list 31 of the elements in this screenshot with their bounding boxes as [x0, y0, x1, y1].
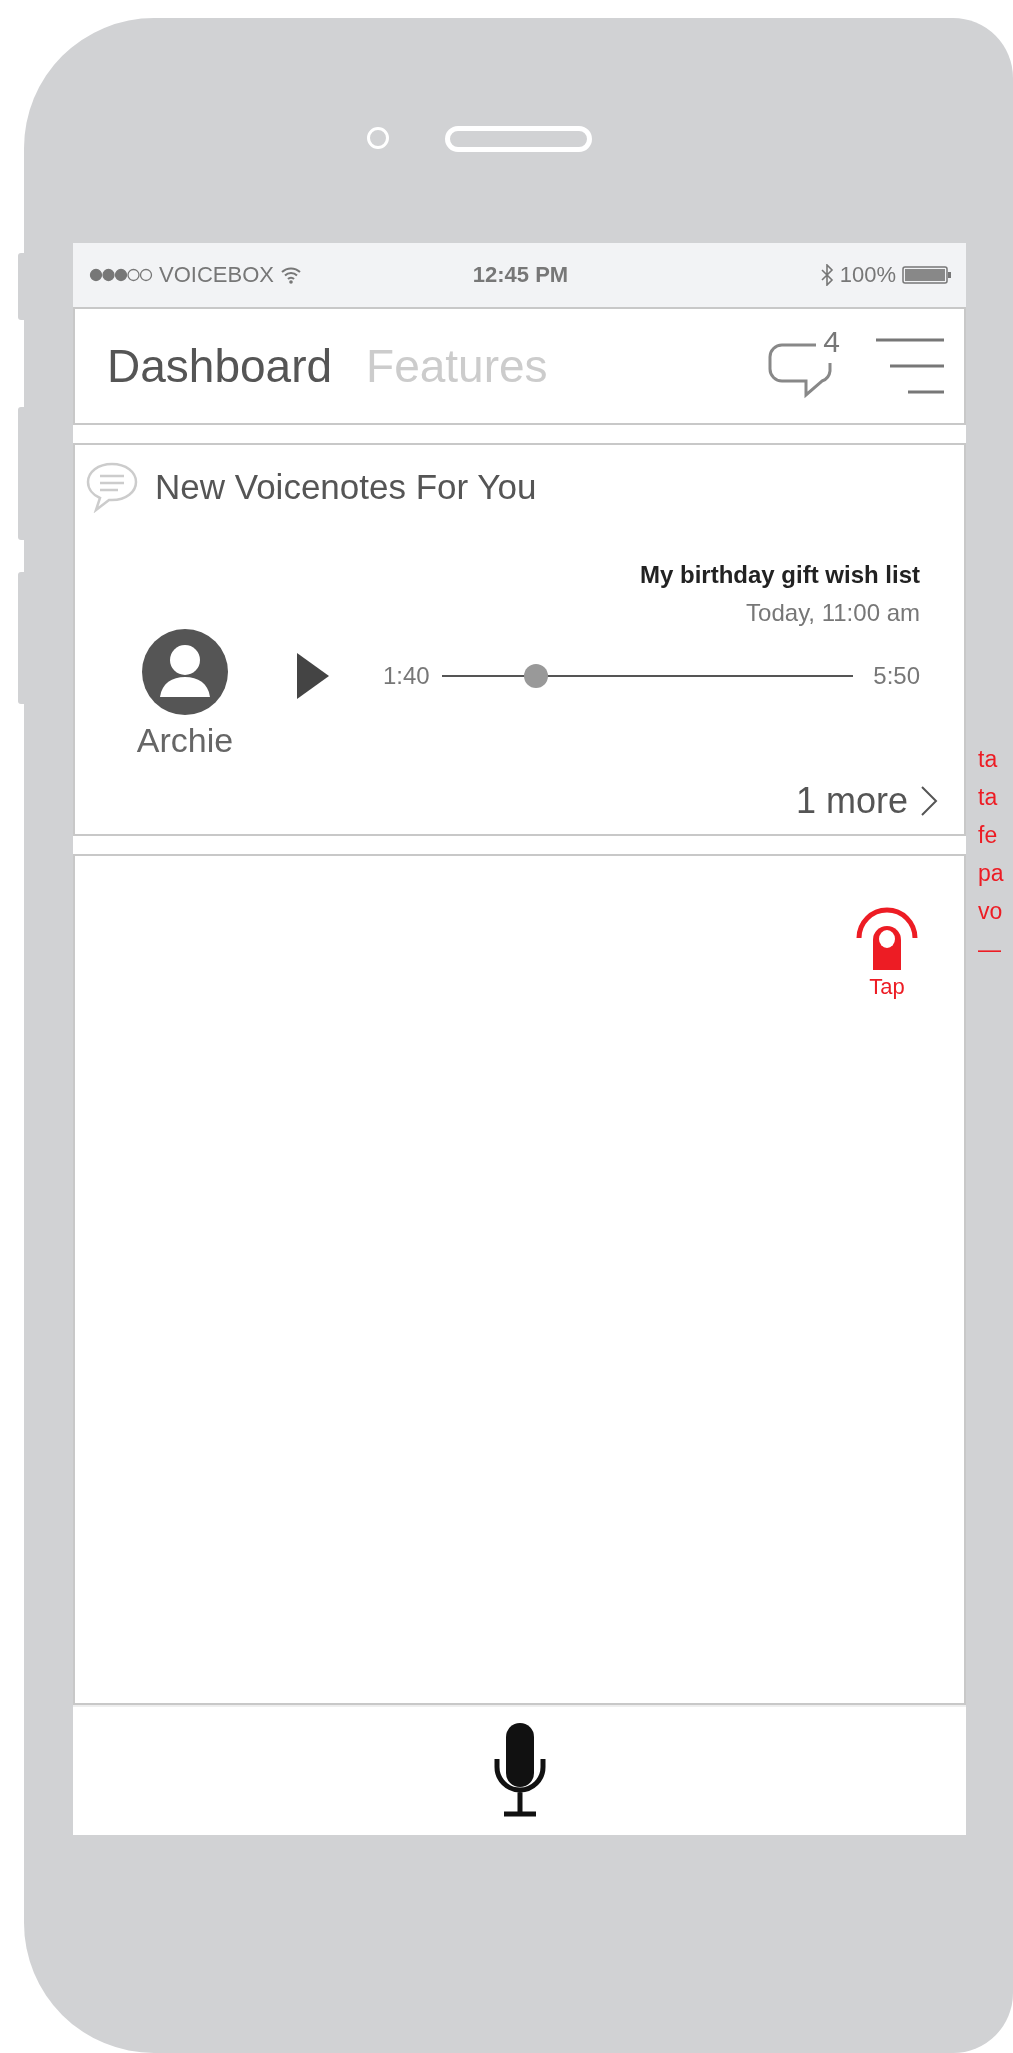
bluetooth-icon [819, 264, 834, 286]
play-icon[interactable] [297, 653, 329, 699]
chevron-icon [920, 785, 938, 817]
carrier-name: VOICEBOX [159, 262, 274, 288]
battery-icon [902, 265, 952, 285]
annotation-text: fe [978, 821, 999, 850]
voicenote-title: My birthday gift wish list [639, 561, 920, 589]
speech-bubble-icon [85, 461, 139, 513]
avatar-icon [142, 629, 228, 715]
voicenote-date: Today, 11:00 am [746, 599, 920, 627]
wifi-icon [279, 266, 302, 284]
annotation-text: ta [978, 745, 999, 774]
annotation-text: vo [978, 897, 1004, 926]
nav-tab[interactable]: Dashboard [107, 339, 333, 393]
tap-label: Tap [869, 974, 905, 1000]
elapsed-time: 1:40 [383, 662, 430, 690]
tap-gesture-icon [854, 906, 920, 972]
more-link[interactable]: 1 more [795, 780, 938, 822]
clock: 12:45 PM [472, 262, 569, 288]
signal-icon [89, 268, 153, 282]
sender-name: Archie [136, 721, 234, 760]
total-duration: 5:50 [873, 662, 920, 690]
camera-icon [367, 127, 389, 149]
annotation-text: pa [978, 859, 1004, 888]
annotation-text: ta [978, 783, 999, 812]
card-title: New Voicenotes For You [155, 467, 537, 507]
battery-percent: 100% [839, 262, 896, 288]
microphone-icon[interactable] [493, 1723, 546, 1819]
menu-icon[interactable] [876, 338, 944, 394]
annotation-text: — [978, 935, 1002, 964]
speaker-icon [445, 126, 592, 152]
